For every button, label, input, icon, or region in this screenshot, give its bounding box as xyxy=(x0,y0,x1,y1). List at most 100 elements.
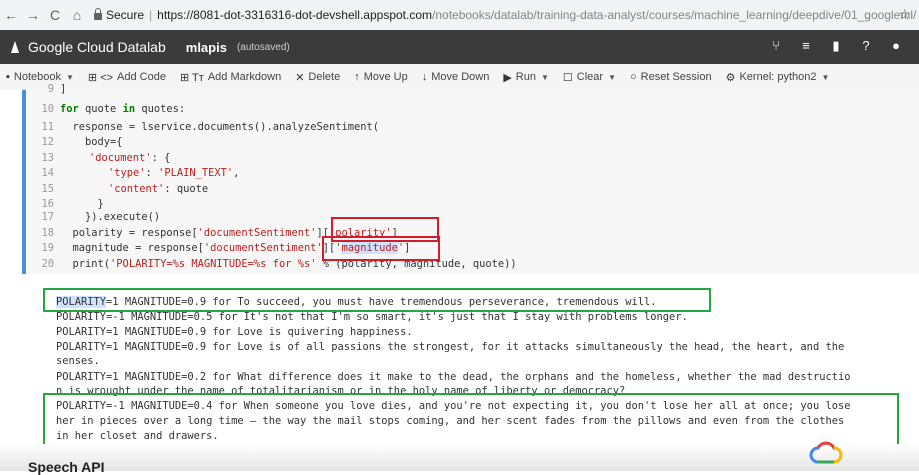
reset-session-button[interactable]: ○ Reset Session xyxy=(630,71,712,83)
run-label: Run xyxy=(515,71,536,83)
code-line: 'document': { xyxy=(89,151,170,165)
string-token: 'POLARITY=%s MAGNITUDE=%s for %s' xyxy=(110,258,317,270)
datalab-header: Google Cloud Datalab mlapis (autosaved) … xyxy=(0,30,919,64)
branch-icon[interactable]: ⑂ xyxy=(761,38,791,54)
keyword-token: in xyxy=(122,103,136,115)
string-token: 'documentSentiment' xyxy=(197,227,317,239)
notebook-area: 9 10 11 12 13 14 15 16 17 18 19 20 ] for… xyxy=(0,83,919,471)
url-path: /notebooks/datalab/training-data-analyst… xyxy=(432,8,917,22)
line-number: 13 xyxy=(41,152,54,164)
add-markdown-label: Add Markdown xyxy=(207,71,282,83)
secure-label: Secure xyxy=(106,8,145,22)
notebook-toolbar: ▪ Notebook ▼ ⊞ <> Add Code ⊞ Tт Add Mark… xyxy=(0,64,919,91)
account-icon[interactable]: ● xyxy=(881,38,911,54)
add-code-button[interactable]: ⊞ <> Add Code xyxy=(88,71,166,84)
home-icon[interactable]: ⌂ xyxy=(66,7,88,23)
reset-session-label: Reset Session xyxy=(640,71,712,83)
line-number: 10 xyxy=(41,103,54,115)
notebook-name[interactable]: mlapis xyxy=(186,40,227,55)
bookmark-star-icon[interactable]: ☆ xyxy=(898,6,911,23)
save-status: (autosaved) xyxy=(236,41,290,53)
add-markdown-icon: ⊞ Tт xyxy=(179,71,204,84)
browser-url-bar: ← → C ⌂ Secure | https://8081-dot-331631… xyxy=(0,0,919,31)
move-down-button[interactable]: ↓ Move Down xyxy=(422,71,490,83)
move-up-button[interactable]: ↑ Move Up xyxy=(354,71,408,83)
first-result-highlight-box xyxy=(43,288,711,312)
line-number: 19 xyxy=(41,242,54,254)
keyword-token: for xyxy=(60,103,79,115)
back-arrow-icon[interactable]: ← xyxy=(0,7,22,23)
output-line: POLARITY=1 MAGNITUDE=0.9 for Love is qui… xyxy=(56,326,413,338)
bottom-fade xyxy=(0,444,919,471)
output-line: senses. xyxy=(56,355,100,367)
header-icons: ⑂ ≡ ▮ ? ● xyxy=(761,38,911,54)
code-line: body={ xyxy=(60,136,123,148)
lock-icon xyxy=(94,7,102,20)
run-button[interactable]: ▶ Run ▼ xyxy=(503,71,549,84)
notebook-icon: ▪ xyxy=(6,71,10,83)
output-line: POLARITY=1 MAGNITUDE=0.2 for What differ… xyxy=(56,371,851,383)
code-line: } xyxy=(60,198,104,210)
string-token: 'type' xyxy=(108,167,146,179)
brand-title[interactable]: Google Cloud Datalab xyxy=(28,39,166,55)
reload-icon[interactable]: C xyxy=(44,7,66,23)
clear-label: Clear xyxy=(576,71,604,83)
forward-arrow-icon[interactable]: → xyxy=(22,7,44,23)
clear-button[interactable]: ☐ Clear ▼ xyxy=(563,71,616,84)
code-token: quote xyxy=(78,103,123,115)
line-number: 16 xyxy=(41,198,54,210)
code-line: print('POLARITY=%s MAGNITUDE=%s for %s' … xyxy=(60,257,517,271)
code-line: }).execute() xyxy=(60,211,161,223)
line-number: 17 xyxy=(41,211,54,223)
string-token: 'documentSentiment' xyxy=(203,242,323,254)
delete-button[interactable]: ✕ Delete xyxy=(295,71,340,84)
code-token: quotes: xyxy=(135,103,186,115)
section-heading: Speech API xyxy=(28,459,105,475)
help-icon[interactable]: ? xyxy=(851,38,881,54)
code-cell[interactable]: 9 10 11 12 13 14 15 16 17 18 19 20 ] for… xyxy=(22,83,919,274)
code-line: for quote in quotes: xyxy=(60,102,185,116)
url-host: https://8081-dot-3316316-dot-devshell.ap… xyxy=(157,8,433,22)
code-line: 'type': 'PLAIN_TEXT', xyxy=(108,166,239,180)
last-result-highlight-box xyxy=(43,393,899,447)
code-line: 'content': quote xyxy=(108,182,208,196)
line-number: 9 xyxy=(47,83,54,95)
delete-label: Delete xyxy=(308,71,341,83)
chevron-down-icon: ▼ xyxy=(540,72,549,82)
string-token: 'PLAIN_TEXT' xyxy=(158,167,234,179)
code-line: response = lservice.documents().analyzeS… xyxy=(60,121,380,133)
move-up-label: Move Up xyxy=(363,71,408,83)
line-number: 15 xyxy=(41,183,54,195)
url-field[interactable]: https://8081-dot-3316316-dot-devshell.ap… xyxy=(157,8,917,22)
arrow-down-icon: ↓ xyxy=(421,71,428,83)
kernel-icon: ⚙ xyxy=(725,71,736,84)
line-number: 12 xyxy=(41,136,54,148)
code-line: ] xyxy=(60,83,67,95)
code-token: print( xyxy=(60,258,111,270)
chevron-down-icon: ▼ xyxy=(608,72,616,82)
string-token: 'document' xyxy=(89,152,152,164)
secure-indicator[interactable]: Secure xyxy=(94,7,145,22)
add-code-label: Add Code xyxy=(117,71,166,83)
bookmark-icon[interactable]: ▮ xyxy=(821,38,851,54)
add-code-icon: ⊞ <> xyxy=(87,71,114,84)
move-down-label: Move Down xyxy=(431,71,490,83)
magnitude-highlight-box xyxy=(322,236,440,261)
close-icon: ✕ xyxy=(295,71,305,84)
line-number: 11 xyxy=(41,121,54,133)
kernel-menu[interactable]: ⚙ Kernel: python2 ▼ xyxy=(726,71,830,84)
list-icon[interactable]: ≡ xyxy=(791,38,821,54)
line-number: 18 xyxy=(41,227,54,239)
kernel-label: Kernel: python2 xyxy=(739,71,817,83)
clear-icon: ☐ xyxy=(562,71,573,84)
output-line: POLARITY=1 MAGNITUDE=0.9 for Love is of … xyxy=(56,341,845,353)
code-token: : xyxy=(145,167,159,179)
reset-icon: ○ xyxy=(630,71,637,83)
code-token: : quote xyxy=(164,183,209,195)
arrow-up-icon: ↑ xyxy=(354,71,360,83)
play-icon: ▶ xyxy=(503,71,512,84)
code-token: , xyxy=(233,167,240,179)
code-token: : { xyxy=(151,152,171,164)
line-number: 14 xyxy=(41,167,54,179)
add-markdown-button[interactable]: ⊞ Tт Add Markdown xyxy=(180,71,281,84)
